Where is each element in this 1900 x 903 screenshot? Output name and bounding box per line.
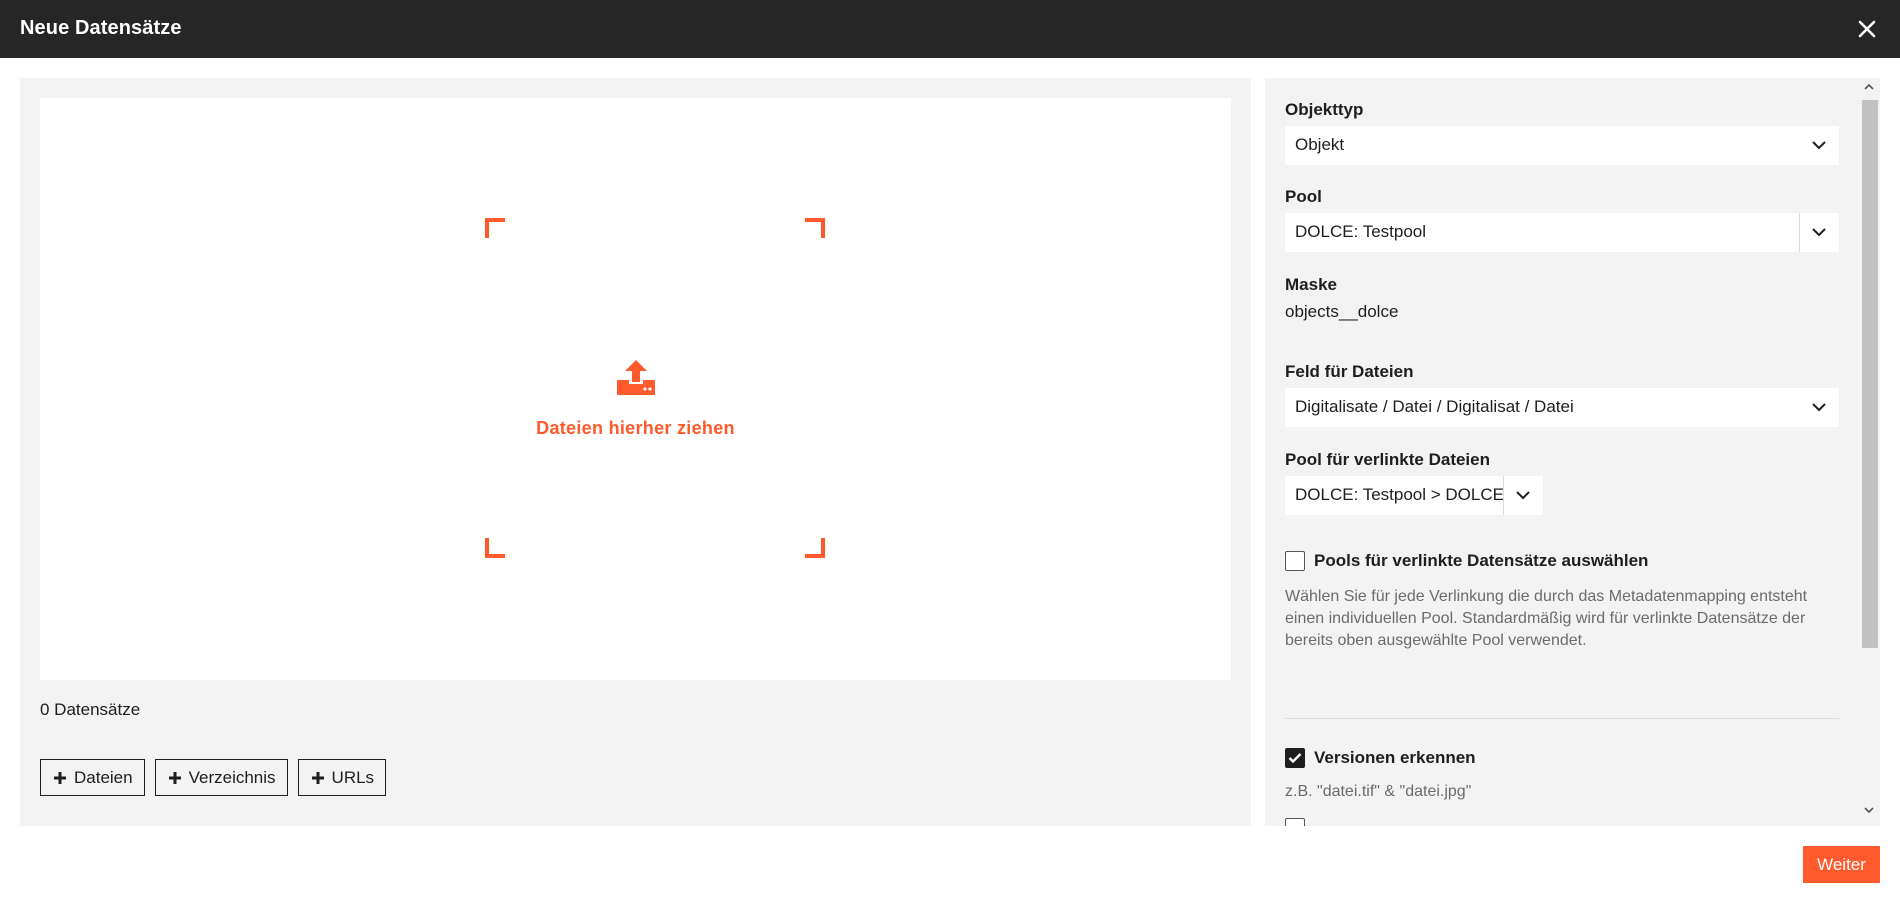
add-files-button[interactable]: Dateien: [40, 759, 145, 796]
file-field-label: Feld für Dateien: [1285, 362, 1414, 381]
object-type-value: Objekt: [1295, 135, 1345, 154]
mask-value: objects__dolce: [1285, 302, 1399, 321]
scrollbar-thumb[interactable]: [1862, 100, 1878, 648]
add-directory-button[interactable]: Verzeichnis: [154, 759, 288, 796]
file-field-value: Digitalisate / Datei / Digitalisat / Dat…: [1295, 397, 1574, 416]
file-dropzone[interactable]: Dateien hierher ziehen: [40, 98, 1231, 680]
select-pools-toggle[interactable]: Pools für verlinkte Datensätze auswählen: [1285, 551, 1648, 571]
scroll-down-icon[interactable]: [1864, 806, 1874, 814]
scroll-up-icon[interactable]: [1864, 83, 1874, 91]
pool-value: DOLCE: Testpool: [1295, 222, 1427, 241]
mask-label: Maske: [1285, 275, 1337, 294]
chevron-down-icon: [1812, 228, 1826, 237]
linked-pool-value: DOLCE: Testpool > DOLCE: I: [1295, 485, 1503, 504]
add-directory-label: Verzeichnis: [188, 767, 276, 787]
chevron-down-icon: [1812, 403, 1826, 412]
add-urls-label: URLs: [331, 767, 375, 787]
checkmark-icon: [1288, 753, 1302, 764]
select-pools-label: Pools für verlinkte Datensätze auswählen: [1314, 551, 1649, 570]
detect-versions-label: Versionen erkennen: [1314, 748, 1476, 767]
dialog-title: Neue Datensätze: [20, 17, 182, 39]
file-field-select[interactable]: Digitalisate / Datei / Digitalisat / Dat…: [1285, 388, 1839, 427]
section-divider: [1285, 718, 1839, 719]
chevron-down-icon: [1812, 141, 1826, 150]
linked-pool-select[interactable]: DOLCE: Testpool > DOLCE: I: [1285, 476, 1543, 515]
select-pools-checkbox[interactable]: [1285, 551, 1305, 571]
dropzone-corner: [485, 538, 505, 558]
detect-versions-hint: z.B. "datei.tif" & "datei.jpg": [1285, 783, 1472, 800]
add-files-label: Dateien: [74, 767, 133, 787]
plus-icon: [54, 771, 66, 784]
close-icon: [1858, 20, 1876, 38]
settings-scrollbar[interactable]: [1858, 78, 1880, 826]
chevron-down-icon: [1516, 491, 1530, 500]
linked-pool-label: Pool für verlinkte Dateien: [1285, 450, 1490, 469]
upload-panel: Dateien hierher ziehen 0 Datensätze Date…: [20, 78, 1251, 826]
select-pools-hint: Wählen Sie für jede Verlinkung die durch…: [1285, 588, 1808, 649]
add-urls-button[interactable]: URLs: [297, 759, 387, 796]
close-button[interactable]: [1852, 14, 1882, 44]
object-type-label: Objekttyp: [1285, 100, 1364, 119]
detect-versions-checkbox[interactable]: [1285, 748, 1305, 768]
select-divider: [1503, 476, 1504, 515]
record-count: 0 Datensätze: [40, 700, 141, 719]
dialog-titlebar: Neue Datensätze: [0, 0, 1900, 58]
hidden-option-checkbox[interactable]: [1285, 818, 1305, 826]
add-buttons: Dateien Verzeichnis URLs: [40, 759, 387, 796]
dropzone-text: Dateien hierher ziehen: [536, 418, 735, 438]
object-type-select[interactable]: Objekt: [1285, 126, 1839, 165]
new-records-dialog: Neue Datensätze Dateien hierher ziehen 0…: [0, 0, 1900, 903]
dropzone-corner: [485, 218, 505, 238]
next-button[interactable]: Weiter: [1803, 846, 1880, 883]
settings-panel[interactable]: Objekttyp Objekt Pool DOLCE: Testpool Ma…: [1265, 78, 1880, 826]
select-divider: [1799, 213, 1800, 252]
upload-icon: [617, 360, 655, 395]
pool-label: Pool: [1285, 187, 1322, 206]
pool-select[interactable]: DOLCE: Testpool: [1285, 213, 1839, 252]
dropzone-corner: [805, 538, 825, 558]
plus-icon: [311, 771, 324, 784]
dropzone-corner: [805, 218, 825, 238]
plus-icon: [168, 771, 181, 784]
detect-versions-toggle[interactable]: Versionen erkennen: [1285, 748, 1476, 768]
